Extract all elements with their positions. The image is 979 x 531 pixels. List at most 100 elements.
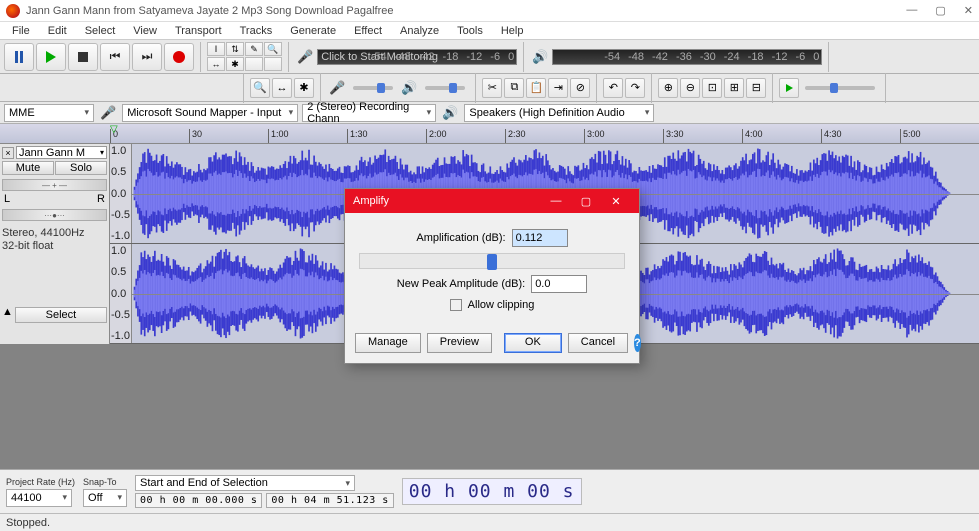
allow-clipping-label: Allow clipping (468, 299, 535, 311)
dialog-titlebar[interactable]: Amplify — ▢ ✕ (345, 189, 639, 213)
minimize-button[interactable]: — (906, 4, 917, 17)
audio-host-combo[interactable]: MME (4, 104, 94, 122)
project-rate-combo[interactable]: 44100 (6, 489, 72, 507)
amplification-label: Amplification (dB): (416, 232, 505, 244)
timeshift-tool-icon[interactable]: ↔ (207, 57, 225, 71)
recording-meter[interactable]: Click to Start Monitoring -54 -48 -42 -1… (317, 49, 517, 65)
zoom-out-icon[interactable]: ↔ (272, 78, 292, 98)
envelope-tool-icon[interactable]: ⇅ (226, 42, 244, 56)
menu-analyze[interactable]: Analyze (392, 24, 447, 38)
play-device-icon: 🔊 (442, 105, 458, 121)
pan-slider[interactable]: ···●··· (2, 209, 107, 221)
solo-button[interactable]: Solo (55, 161, 107, 175)
track-select-button[interactable]: Select (15, 307, 107, 323)
zoom-in-button[interactable]: ⊕ (658, 78, 678, 98)
tool-extra-2[interactable] (264, 57, 282, 71)
skip-start-button[interactable]: ⏮ (100, 43, 130, 71)
trim-icon[interactable]: ⇥ (548, 78, 568, 98)
gain-slider[interactable]: — + — (2, 179, 107, 191)
track-name-combo[interactable]: Jann Gann M (16, 146, 107, 159)
cut-icon[interactable]: ✂ (482, 78, 502, 98)
allow-clipping-checkbox[interactable] (450, 299, 462, 311)
zoom-toggle-button[interactable]: ⊟ (746, 78, 766, 98)
tool-extra-1[interactable] (245, 57, 263, 71)
menu-select[interactable]: Select (77, 24, 124, 38)
playhead-icon[interactable]: ▽ (110, 124, 118, 135)
play-volume-slider[interactable] (425, 86, 465, 90)
fit-icon[interactable]: ✱ (294, 78, 314, 98)
audio-position-display[interactable]: 00 h 00 m 00 s (402, 478, 582, 505)
rec-device-combo[interactable]: Microsoft Sound Mapper - Input (122, 104, 298, 122)
cancel-button[interactable]: Cancel (568, 333, 628, 353)
play-speed-slider[interactable] (805, 86, 875, 90)
playback-meter[interactable]: -54 -48 -42 -36 -30 -24 -18 -12 -6 0 (552, 49, 822, 65)
ok-button[interactable]: OK (504, 333, 562, 353)
vscale-right: 1.00.50.0-0.5-1.0 (110, 244, 132, 343)
manage-button[interactable]: Manage (355, 333, 421, 353)
copy-icon[interactable]: ⧉ (504, 78, 524, 98)
menu-file[interactable]: File (4, 24, 38, 38)
transport-toolbar: ⏮ ⏭ I ⇅ ✎ 🔍 ↔ ✱ 🎤 Click to Start Monitor… (0, 40, 979, 74)
menu-tools[interactable]: Tools (449, 24, 491, 38)
dialog-minimize-button[interactable]: — (541, 195, 571, 207)
amplification-input[interactable] (512, 229, 568, 247)
multi-tool-icon[interactable]: ✱ (226, 57, 244, 71)
maximize-button[interactable]: ▢ (935, 4, 945, 17)
play-at-speed-button[interactable] (779, 78, 799, 98)
snap-combo[interactable]: Off (83, 489, 127, 507)
record-button[interactable] (164, 43, 194, 71)
track-control-panel: × Jann Gann M Mute Solo — + — LR ···●···… (0, 144, 110, 344)
skip-end-button[interactable]: ⏭ (132, 43, 162, 71)
draw-tool-icon[interactable]: ✎ (245, 42, 263, 56)
rec-volume-slider[interactable] (353, 86, 393, 90)
menubar: File Edit Select View Transport Tracks G… (0, 22, 979, 40)
track-close-button[interactable]: × (2, 147, 14, 159)
stop-button[interactable] (68, 43, 98, 71)
play-device-combo[interactable]: Speakers (High Definition Audio (464, 104, 654, 122)
redo-icon[interactable]: ↷ (625, 78, 645, 98)
menu-help[interactable]: Help (493, 24, 532, 38)
zoom-in-icon[interactable]: 🔍 (250, 78, 270, 98)
window-titlebar: Jann Gann Mann from Satyameva Jayate 2 M… (0, 0, 979, 22)
silence-icon[interactable]: ⊘ (570, 78, 590, 98)
amplify-dialog: Amplify — ▢ ✕ Amplification (dB): New Pe… (344, 188, 640, 364)
close-button[interactable]: ✕ (964, 4, 973, 17)
menu-tracks[interactable]: Tracks (232, 24, 281, 38)
play-button[interactable] (36, 43, 66, 71)
snap-label: Snap-To (83, 477, 127, 487)
status-text: Stopped. (6, 517, 50, 529)
device-toolbar: MME 🎤 Microsoft Sound Mapper - Input 2 (… (0, 102, 979, 124)
menu-effect[interactable]: Effect (346, 24, 390, 38)
dialog-close-button[interactable]: ✕ (601, 195, 631, 208)
zoom-tool-icon[interactable]: 🔍 (264, 42, 282, 56)
pause-button[interactable] (4, 43, 34, 71)
dialog-maximize-button[interactable]: ▢ (571, 195, 601, 208)
mute-button[interactable]: Mute (2, 161, 54, 175)
selection-start-field[interactable]: 00 h 00 m 00.000 s (135, 493, 262, 508)
zoom-out-button[interactable]: ⊖ (680, 78, 700, 98)
selection-toolbar: Project Rate (Hz) 44100 Snap-To Off Star… (0, 469, 979, 513)
timeline-ruler[interactable]: ▽ 0 30 1:00 1:30 2:00 2:30 3:00 3:30 4:0… (0, 124, 979, 144)
rec-device-icon: 🎤 (100, 105, 116, 121)
peak-amplitude-input[interactable] (531, 275, 587, 293)
menu-view[interactable]: View (125, 24, 165, 38)
paste-icon[interactable]: 📋 (526, 78, 546, 98)
amplification-slider[interactable] (359, 253, 625, 269)
selection-mode-combo[interactable]: Start and End of Selection (135, 475, 355, 491)
app-icon (6, 4, 20, 18)
collapse-icon[interactable]: ▲ (2, 306, 13, 318)
undo-icon[interactable]: ↶ (603, 78, 623, 98)
menu-generate[interactable]: Generate (282, 24, 344, 38)
project-rate-label: Project Rate (Hz) (6, 477, 75, 487)
zoom-sel-button[interactable]: ⊡ (702, 78, 722, 98)
menu-edit[interactable]: Edit (40, 24, 75, 38)
help-icon[interactable]: ? (634, 334, 641, 352)
rec-channels-combo[interactable]: 2 (Stereo) Recording Chann (302, 104, 436, 122)
menu-transport[interactable]: Transport (167, 24, 230, 38)
zoom-fit-button[interactable]: ⊞ (724, 78, 744, 98)
play-vol-icon: 🔊 (401, 80, 417, 96)
preview-button[interactable]: Preview (427, 333, 492, 353)
selection-end-field[interactable]: 00 h 04 m 51.123 s (266, 493, 393, 508)
selection-tool-icon[interactable]: I (207, 42, 225, 56)
mic-icon: 🎤 (297, 49, 313, 65)
